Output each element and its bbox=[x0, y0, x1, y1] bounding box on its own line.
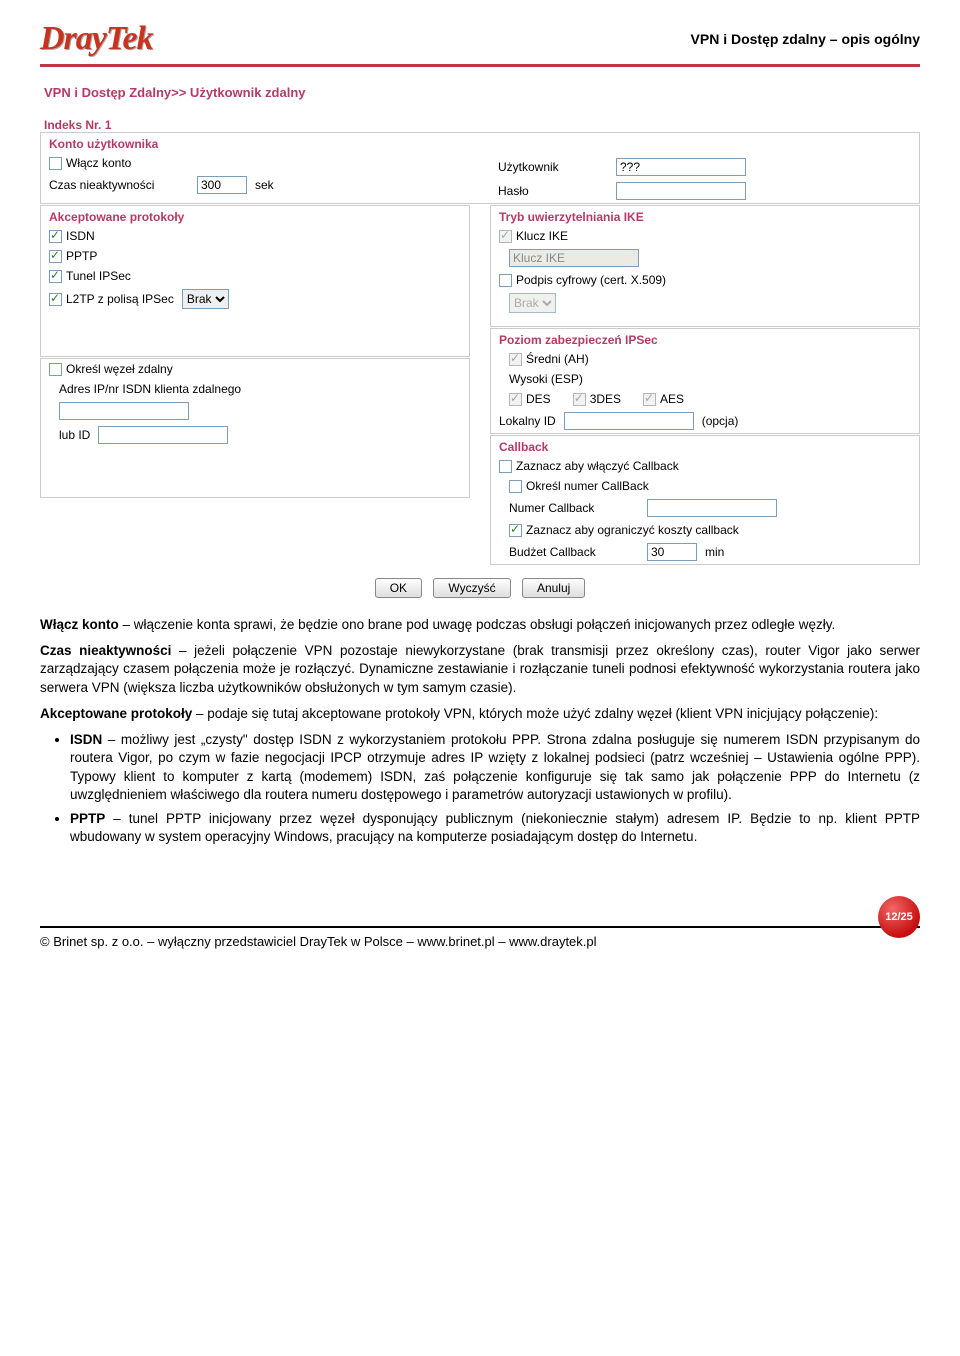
ike-key-input bbox=[509, 249, 639, 267]
callback-budget-input[interactable] bbox=[647, 543, 697, 561]
or-id-label: lub ID bbox=[59, 428, 90, 442]
page-badge: 12/25 bbox=[878, 896, 920, 938]
callback-budget-unit: min bbox=[705, 545, 724, 559]
idle-label: Czas nieaktywności bbox=[49, 178, 189, 192]
callback-enable-checkbox[interactable] bbox=[499, 460, 512, 473]
callback-specify-label: Określ numer CallBack bbox=[526, 479, 649, 493]
remote-node-label: Określ węzeł zdalny bbox=[66, 362, 173, 376]
isdn-checkbox[interactable] bbox=[49, 230, 62, 243]
enable-account-label: Włącz konto bbox=[66, 156, 131, 170]
config-screenshot: VPN i Dostęp Zdalny>> Użytkownik zdalny … bbox=[40, 75, 920, 606]
section-ipsec-level: Poziom zabezpieczeń IPSec bbox=[491, 329, 919, 349]
cert-label: Podpis cyfrowy (cert. X.509) bbox=[516, 273, 666, 287]
ipsec-checkbox[interactable] bbox=[49, 270, 62, 283]
cancel-button[interactable]: Anuluj bbox=[522, 578, 585, 598]
idle-unit: sek bbox=[255, 178, 274, 192]
3des-checkbox bbox=[573, 393, 586, 406]
ipsec-label: Tunel IPSec bbox=[66, 269, 131, 283]
body-text: Włącz konto – włączenie konta sprawi, że… bbox=[40, 616, 920, 846]
pptp-label: PPTP bbox=[66, 249, 97, 263]
3des-label: 3DES bbox=[590, 392, 621, 406]
remote-node-checkbox[interactable] bbox=[49, 363, 62, 376]
callback-num-input[interactable] bbox=[647, 499, 777, 517]
localid-input[interactable] bbox=[564, 412, 694, 430]
or-id-input[interactable] bbox=[98, 426, 228, 444]
l2tp-select[interactable]: Brak bbox=[182, 289, 229, 309]
callback-specify-checkbox[interactable] bbox=[509, 480, 522, 493]
section-protocols: Akceptowane protokoły bbox=[41, 206, 469, 226]
callback-enable-label: Zaznacz aby włączyć Callback bbox=[516, 459, 679, 473]
callback-num-label: Numer Callback bbox=[509, 501, 639, 515]
idle-input[interactable] bbox=[197, 176, 247, 194]
callback-budget-label: Budżet Callback bbox=[509, 545, 639, 559]
remote-ip-label: Adres IP/nr ISDN klienta zdalnego bbox=[59, 382, 241, 396]
enable-account-checkbox[interactable] bbox=[49, 157, 62, 170]
pptp-checkbox[interactable] bbox=[49, 250, 62, 263]
breadcrumb: VPN i Dostęp Zdalny>> Użytkownik zdalny bbox=[40, 75, 920, 118]
des-checkbox bbox=[509, 393, 522, 406]
l2tp-checkbox[interactable] bbox=[49, 293, 62, 306]
ah-checkbox bbox=[509, 353, 522, 366]
ah-label: Średni (AH) bbox=[526, 352, 589, 366]
user-label: Użytkownik bbox=[498, 160, 608, 174]
remote-ip-input[interactable] bbox=[59, 402, 189, 420]
ike-key-checkbox bbox=[499, 230, 512, 243]
cert-checkbox[interactable] bbox=[499, 274, 512, 287]
l2tp-label: L2TP z polisą IPSec bbox=[66, 292, 174, 306]
des-label: DES bbox=[526, 392, 551, 406]
cert-select: Brak bbox=[509, 293, 556, 313]
ok-button[interactable]: OK bbox=[375, 578, 422, 598]
section-callback: Callback bbox=[491, 436, 919, 456]
pass-input[interactable] bbox=[616, 182, 746, 200]
footer-text: © Brinet sp. z o.o. – wyłączny przedstaw… bbox=[40, 934, 597, 949]
ike-key-label: Klucz IKE bbox=[516, 229, 568, 243]
logo: DrayTek bbox=[40, 20, 153, 58]
clear-button[interactable]: Wyczyść bbox=[433, 578, 510, 598]
esp-label: Wysoki (ESP) bbox=[509, 372, 583, 386]
section-account: Konto użytkownika bbox=[41, 133, 470, 153]
user-input[interactable] bbox=[616, 158, 746, 176]
doc-title: VPN i Dostęp zdalny – opis ogólny bbox=[691, 31, 920, 47]
localid-opt: (opcja) bbox=[702, 414, 739, 428]
pass-label: Hasło bbox=[498, 184, 608, 198]
callback-limit-label: Zaznacz aby ograniczyć koszty callback bbox=[526, 523, 739, 537]
section-ike: Tryb uwierzytelniania IKE bbox=[491, 206, 919, 226]
callback-limit-checkbox[interactable] bbox=[509, 524, 522, 537]
localid-label: Lokalny ID bbox=[499, 414, 556, 428]
aes-label: AES bbox=[660, 392, 684, 406]
index-label: Indeks Nr. 1 bbox=[40, 118, 920, 132]
isdn-label: ISDN bbox=[66, 229, 95, 243]
aes-checkbox bbox=[643, 393, 656, 406]
